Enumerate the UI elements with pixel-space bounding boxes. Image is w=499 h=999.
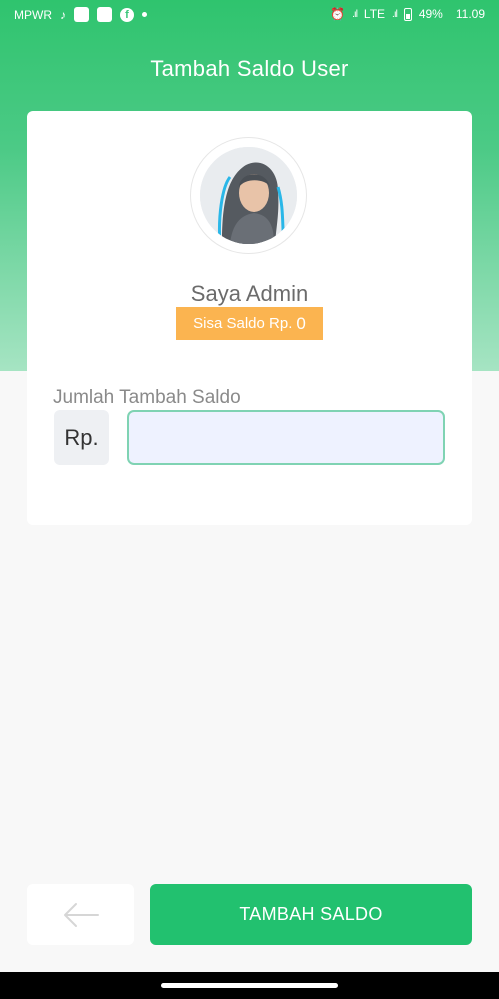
more-notifications-icon — [142, 12, 147, 17]
app-notification-icon — [74, 7, 89, 22]
balance-label: Sisa Saldo Rp. — [193, 315, 293, 332]
amount-label: Jumlah Tambah Saldo — [53, 387, 241, 408]
user-photo-icon — [200, 147, 297, 244]
battery-percent: 49% — [418, 7, 443, 21]
amount-input[interactable] — [127, 410, 445, 465]
home-gesture-handle[interactable] — [161, 983, 338, 988]
arrow-left-icon — [63, 902, 99, 927]
signal-icon: .ıl — [392, 8, 398, 20]
battery-icon — [403, 7, 412, 21]
clock: 11.09 — [455, 7, 485, 21]
page-title: Tambah Saldo User — [150, 56, 349, 81]
user-balance-card: Saya Admin Sisa Saldo Rp. 0 Jumlah Tamba… — [27, 111, 472, 525]
app-notification-icon — [97, 7, 112, 22]
signal-icon: .ıl — [352, 8, 358, 20]
network-type-label: LTE — [363, 7, 386, 21]
navigation-bar — [0, 972, 499, 999]
avatar-frame — [190, 137, 307, 254]
carrier-label: MPWR — [14, 7, 52, 22]
user-name: Saya Admin — [190, 281, 309, 306]
avatar — [200, 147, 297, 244]
balance-badge: Sisa Saldo Rp. 0 — [176, 307, 323, 340]
currency-prefix: Rp. — [54, 410, 109, 465]
balance-value: 0 — [296, 313, 306, 333]
back-button[interactable] — [27, 884, 134, 945]
status-bar: MPWR ♪ f ⏰ .ıl LTE .ıl 49% 11.09 — [0, 0, 499, 28]
add-balance-button[interactable]: TAMBAH SALDO — [150, 884, 472, 945]
facebook-icon: f — [120, 7, 134, 22]
alarm-icon: ⏰ — [330, 7, 346, 21]
tiktok-icon: ♪ — [60, 7, 66, 22]
